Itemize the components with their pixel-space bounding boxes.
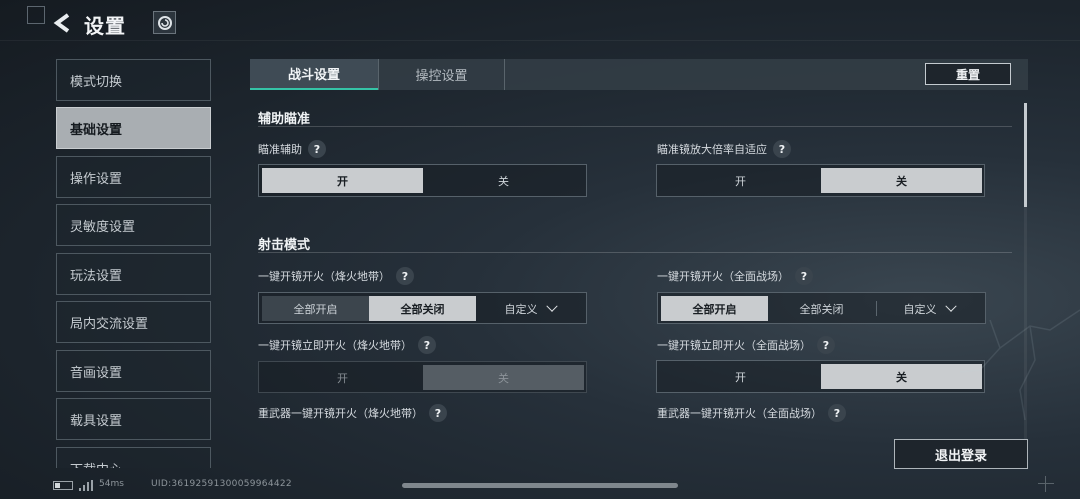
setting-label-text: 一键开镜开火（烽火地带） xyxy=(258,270,390,283)
logout-button[interactable]: 退出登录 xyxy=(894,439,1028,469)
help-question-icon[interactable]: ? xyxy=(308,140,326,158)
toggle-off-option[interactable]: 关 xyxy=(423,168,584,193)
ping-text: 54ms xyxy=(99,479,124,489)
uid-text: UID:361925913000599644​22 xyxy=(151,479,292,489)
toggle-on-option[interactable]: 开 xyxy=(660,364,821,389)
scope-zoom-adaptive-toggle: 开 关 xyxy=(656,164,985,197)
setting-label-heavy-weapon-hazard-zone: 重武器一键开镜开火（烽火地带） ? xyxy=(258,404,447,422)
scope-fire-hazard-zone-selector: 全部开启 全部关闭 自定义 xyxy=(258,292,587,324)
toggle-on-option: 开 xyxy=(337,371,348,385)
section-divider xyxy=(258,252,1012,253)
signal-bar xyxy=(87,482,89,491)
all-off-option[interactable]: 全部关闭 xyxy=(768,296,875,321)
sidebar-item-label: 模式切换 xyxy=(70,74,123,90)
custom-option-label: 自定义 xyxy=(504,302,538,316)
sidebar-item-operation-settings[interactable]: 操作设置 xyxy=(56,156,211,198)
sidebar-item-label: 音画设置 xyxy=(70,365,123,381)
sidebar-item-label: 下载中心 xyxy=(70,459,122,468)
sidebar-item-download-center[interactable]: 下载中心 xyxy=(56,447,211,468)
help-question-icon[interactable]: ? xyxy=(828,404,846,422)
signal-bar xyxy=(91,480,93,491)
battery-level xyxy=(55,483,60,488)
sidebar-item-label: 基础设置 xyxy=(70,122,123,138)
sidebar-item-vehicle-settings[interactable]: 载具设置 xyxy=(56,398,211,440)
setting-label-heavy-weapon-all-out-war: 重武器一键开镜开火（全面战场） ? xyxy=(657,404,846,422)
sidebar-item-basic-settings[interactable]: 基础设置 xyxy=(56,107,211,149)
battery-icon xyxy=(53,481,73,490)
tab-combat-settings[interactable]: 战斗设置 xyxy=(250,59,378,90)
instant-fire-hazard-zone-toggle: 开 关 xyxy=(258,361,587,393)
setting-label-text: 重武器一键开镜开火（烽火地带） xyxy=(258,407,423,420)
instant-fire-all-out-war-toggle: 开 关 xyxy=(656,360,985,393)
sidebar-item-label: 载具设置 xyxy=(70,413,123,429)
all-off-option[interactable]: 全部关闭 xyxy=(369,296,476,321)
sidebar-item-label: 玩法设置 xyxy=(70,268,123,284)
sidebar-item-audio-video-settings[interactable]: 音画设置 xyxy=(56,350,211,392)
section-divider xyxy=(258,126,1012,127)
settings-tab-bar: 战斗设置 操控设置 xyxy=(250,59,1028,90)
setting-label-text: 瞄准辅助 xyxy=(258,143,302,156)
section-title-fire-mode: 射击模式 xyxy=(258,238,311,253)
setting-label-instant-fire-all-out-war: 一键开镜立即开火（全面战场） ? xyxy=(657,336,835,354)
setting-label-text: 重武器一键开镜开火（全面战场） xyxy=(657,407,822,420)
setting-label-scope-zoom-adaptive: 瞄准镜放大倍率自适应 ? xyxy=(657,140,791,158)
all-on-option[interactable]: 全部开启 xyxy=(661,296,768,321)
scrollbar-thumb[interactable] xyxy=(1024,103,1027,207)
sidebar-item-communication-settings[interactable]: 局内交流设置 xyxy=(56,301,211,343)
section-title-aim-assist: 辅助瞄准 xyxy=(258,112,311,127)
help-question-icon[interactable]: ? xyxy=(396,267,414,285)
setting-label-text: 一键开镜开火（全面战场） xyxy=(657,270,789,283)
toggle-off-option[interactable]: 关 xyxy=(821,168,982,193)
sidebar-item-sensitivity-settings[interactable]: 灵敏度设置 xyxy=(56,204,211,246)
home-indicator[interactable] xyxy=(402,483,678,488)
help-question-icon[interactable]: ? xyxy=(773,140,791,158)
aim-assist-toggle: 开 关 xyxy=(258,164,587,197)
setting-label-text: 一键开镜立即开火（全面战场） xyxy=(657,339,811,352)
crosshair-decoration xyxy=(1038,476,1054,492)
chevron-down-icon xyxy=(545,300,558,312)
sidebar-item-label: 灵敏度设置 xyxy=(70,219,136,235)
toggle-off-option: 关 xyxy=(423,365,584,390)
help-question-icon[interactable]: ? xyxy=(795,267,813,285)
sidebar-item-gameplay-settings[interactable]: 玩法设置 xyxy=(56,253,211,295)
background-crack-decoration xyxy=(959,309,1080,421)
setting-label-instant-fire-hazard-zone: 一键开镜立即开火（烽火地带） ? xyxy=(258,336,436,354)
scope-fire-all-out-war-selector: 全部开启 全部关闭 自定义 xyxy=(657,292,986,324)
help-question-icon[interactable]: ? xyxy=(429,404,447,422)
setting-label-text: 瞄准镜放大倍率自适应 xyxy=(657,143,767,156)
sidebar-item-label: 局内交流设置 xyxy=(70,316,149,332)
sidebar-item-label: 操作设置 xyxy=(70,171,123,187)
setting-label-scope-fire-hazard-zone: 一键开镜开火（烽火地带） ? xyxy=(258,267,414,285)
setting-label-text: 一键开镜立即开火（烽火地带） xyxy=(258,339,412,352)
reset-button[interactable]: 重置 xyxy=(925,63,1011,85)
all-on-option[interactable]: 全部开启 xyxy=(262,296,369,321)
sidebar: 模式切换 基础设置 操作设置 灵敏度设置 玩法设置 局内交流设置 音画设置 载具… xyxy=(0,0,240,468)
sidebar-item-mode-switch[interactable]: 模式切换 xyxy=(56,59,211,101)
signal-icon xyxy=(79,480,93,491)
setting-label-scope-fire-all-out-war: 一键开镜开火（全面战场） ? xyxy=(657,267,813,285)
custom-option-label: 自定义 xyxy=(903,302,937,316)
setting-label-aim-assist: 瞄准辅助 ? xyxy=(258,140,326,158)
help-question-icon[interactable]: ? xyxy=(418,336,436,354)
signal-bar xyxy=(83,485,85,491)
tab-control-settings[interactable]: 操控设置 xyxy=(378,59,505,90)
toggle-on-option[interactable]: 开 xyxy=(262,168,423,193)
signal-bar xyxy=(79,488,81,491)
custom-dropdown[interactable]: 自定义 xyxy=(476,296,584,321)
toggle-on-option[interactable]: 开 xyxy=(660,168,821,193)
help-question-icon[interactable]: ? xyxy=(817,336,835,354)
